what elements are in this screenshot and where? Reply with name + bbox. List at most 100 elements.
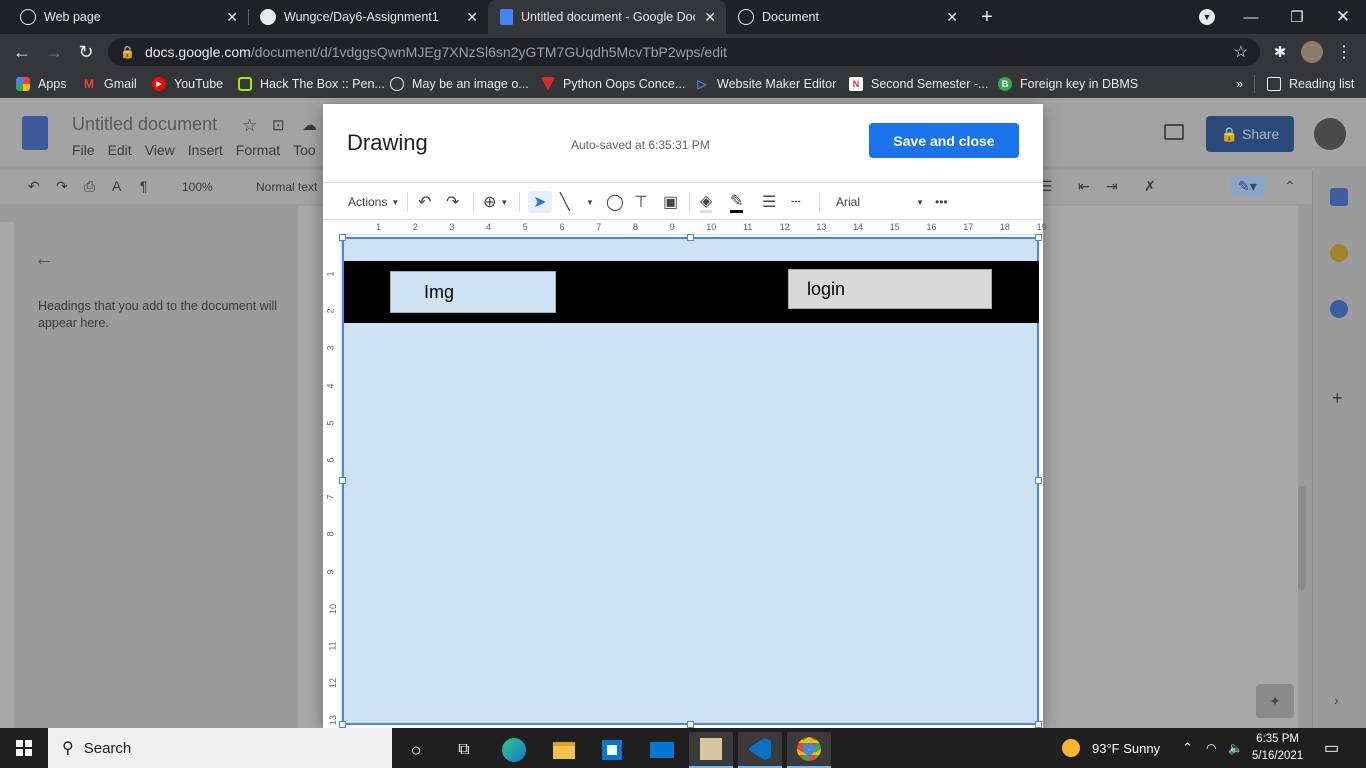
task-view-icon[interactable]: ⧉ (442, 732, 486, 768)
bookmark-image[interactable]: May be an image o... (390, 75, 529, 93)
undo-icon[interactable]: ↶ (418, 191, 431, 213)
account-avatar[interactable] (1314, 118, 1346, 150)
shape-tool-icon[interactable]: ◯ (606, 191, 624, 213)
resize-handle[interactable] (339, 721, 346, 728)
save-and-close-button[interactable]: Save and close (869, 123, 1019, 158)
tab-google-docs[interactable]: Untitled document - Google Doc ✕ (488, 0, 726, 34)
resize-handle[interactable] (1035, 477, 1042, 484)
restore-button[interactable]: ❐ (1274, 0, 1320, 34)
select-pointer-icon[interactable]: ➤ (528, 191, 552, 213)
bookmark-python-oops[interactable]: Python Oops Conce... (541, 75, 685, 93)
store-icon[interactable] (590, 732, 634, 768)
navbar-rectangle[interactable]: Img login (344, 261, 1039, 323)
reading-list-button[interactable]: Reading list (1254, 75, 1354, 93)
minimize-button[interactable]: — (1228, 0, 1274, 34)
windows-start-icon[interactable] (16, 740, 32, 756)
zoom-select[interactable]: 100% (182, 180, 213, 194)
chrome-icon[interactable] (787, 732, 831, 768)
taskbar-clock[interactable]: 6:35 PM 5/16/2021 (1252, 731, 1303, 765)
undo-icon[interactable]: ↶ (28, 178, 40, 195)
bookmark-apps[interactable]: Apps (16, 75, 67, 93)
menu-edit[interactable]: Edit (108, 142, 132, 158)
bookmark-gmail[interactable]: M Gmail (82, 75, 137, 93)
collapse-icon[interactable]: ⌃ (1284, 178, 1296, 195)
back-icon[interactable]: ← (10, 40, 34, 64)
bookmark-foreign-key[interactable]: B Foreign key in DBMS (998, 75, 1138, 93)
show-hidden-icons[interactable]: ⌃ (1182, 728, 1193, 768)
resize-handle[interactable] (1035, 234, 1042, 241)
editing-mode-icon[interactable]: ✎▾ (1230, 176, 1265, 197)
menu-insert[interactable]: Insert (188, 142, 223, 158)
keep-icon[interactable] (1330, 244, 1348, 262)
taskbar-search[interactable]: ⚲ Search (48, 728, 392, 768)
network-icon[interactable]: ◠ (1206, 728, 1216, 768)
close-tab-icon[interactable]: ✕ (704, 9, 716, 26)
explore-button[interactable]: ✦ (1256, 684, 1294, 718)
fill-color-icon[interactable]: ◈ (700, 191, 713, 213)
text-box-icon[interactable]: ⊤ (634, 191, 648, 213)
edge-icon[interactable] (492, 732, 536, 768)
menu-file[interactable]: File (72, 142, 95, 158)
menu-view[interactable]: View (145, 142, 175, 158)
border-dash-icon[interactable]: ┄ (791, 191, 801, 213)
new-tab-button[interactable]: + (964, 0, 1010, 34)
tab-document[interactable]: Document ✕ (718, 0, 968, 34)
bookmark-second-semester[interactable]: N Second Semester -... (849, 75, 988, 93)
redo-icon[interactable]: ↷ (56, 178, 68, 195)
expand-panel-icon[interactable]: › (1334, 692, 1339, 708)
bookmark-youtube[interactable]: ▶ YouTube (152, 75, 223, 93)
bookmark-hackthebox[interactable]: Hack The Box :: Pen... (238, 75, 385, 93)
drawing-canvas[interactable]: Img login (339, 234, 1043, 728)
more-options-icon[interactable]: ••• (935, 191, 948, 213)
spellcheck-icon[interactable]: A (112, 178, 121, 194)
bookmark-website-maker[interactable]: ▷ Website Maker Editor (695, 75, 836, 93)
resize-handle[interactable] (339, 234, 346, 241)
vscode-icon[interactable] (738, 732, 782, 768)
forward-icon[interactable]: → (42, 40, 66, 64)
redo-icon[interactable]: ↷ (446, 191, 459, 213)
address-bar[interactable]: 🔒 docs.google.com /document/d/1vdggsQwnM… (108, 38, 1260, 66)
close-tab-icon[interactable]: ✕ (946, 9, 958, 26)
tasks-icon[interactable] (1330, 300, 1348, 318)
tab-search-icon[interactable]: ▼ (1184, 0, 1230, 34)
more-bookmarks-icon[interactable]: » (1236, 75, 1243, 93)
border-weight-icon[interactable]: ☰ (762, 191, 776, 213)
zoom-icon[interactable]: ⊕ ▼ (483, 191, 508, 213)
resize-handle[interactable] (1035, 721, 1042, 728)
weather-widget[interactable]: 93°F Sunny (1062, 728, 1160, 768)
profile-avatar[interactable] (1300, 40, 1324, 64)
paint-format-icon[interactable]: ¶ (140, 178, 148, 194)
img-placeholder-box[interactable]: Img (390, 271, 556, 313)
background-rectangle[interactable]: Img login (342, 237, 1039, 725)
close-window-button[interactable]: ✕ (1320, 0, 1366, 34)
tab-web-page[interactable]: Web page ✕ (0, 0, 248, 34)
print-icon[interactable]: ⎙ (84, 178, 95, 195)
reload-icon[interactable]: ↻ (74, 40, 98, 64)
document-title[interactable]: Untitled document (72, 114, 217, 135)
menu-tools[interactable]: Too (293, 142, 316, 158)
tab-github[interactable]: Wungce/Day6-Assignment1 ✕ (240, 0, 488, 34)
file-explorer-icon[interactable] (542, 732, 586, 768)
close-tab-icon[interactable]: ✕ (466, 9, 478, 26)
style-select[interactable]: Normal text (256, 180, 317, 194)
extensions-icon[interactable]: ✱ (1268, 40, 1292, 64)
star-icon[interactable]: ☆ (242, 116, 257, 136)
decrease-indent-icon[interactable]: ⇤ (1078, 178, 1090, 195)
login-box[interactable]: login (788, 269, 992, 309)
menu-format[interactable]: Format (236, 142, 280, 158)
mail-icon[interactable] (640, 732, 684, 768)
add-addon-icon[interactable]: + (1332, 388, 1343, 409)
resize-handle[interactable] (339, 477, 346, 484)
docs-logo-icon[interactable] (22, 116, 48, 150)
scrollbar[interactable] (1298, 486, 1306, 590)
resize-handle[interactable] (687, 721, 694, 728)
close-tab-icon[interactable]: ✕ (226, 9, 238, 26)
increase-indent-icon[interactable]: ⇥ (1106, 178, 1118, 195)
notifications-icon[interactable]: ▭ (1324, 728, 1339, 768)
font-select[interactable]: Arial ▼ (836, 191, 924, 213)
comments-icon[interactable] (1164, 124, 1184, 140)
line-tool-icon[interactable]: ╲ (560, 191, 570, 213)
bookmark-star-icon[interactable]: ☆ (1234, 42, 1248, 62)
back-arrow-icon[interactable]: ← (34, 248, 54, 271)
media-app-icon[interactable] (689, 732, 733, 768)
